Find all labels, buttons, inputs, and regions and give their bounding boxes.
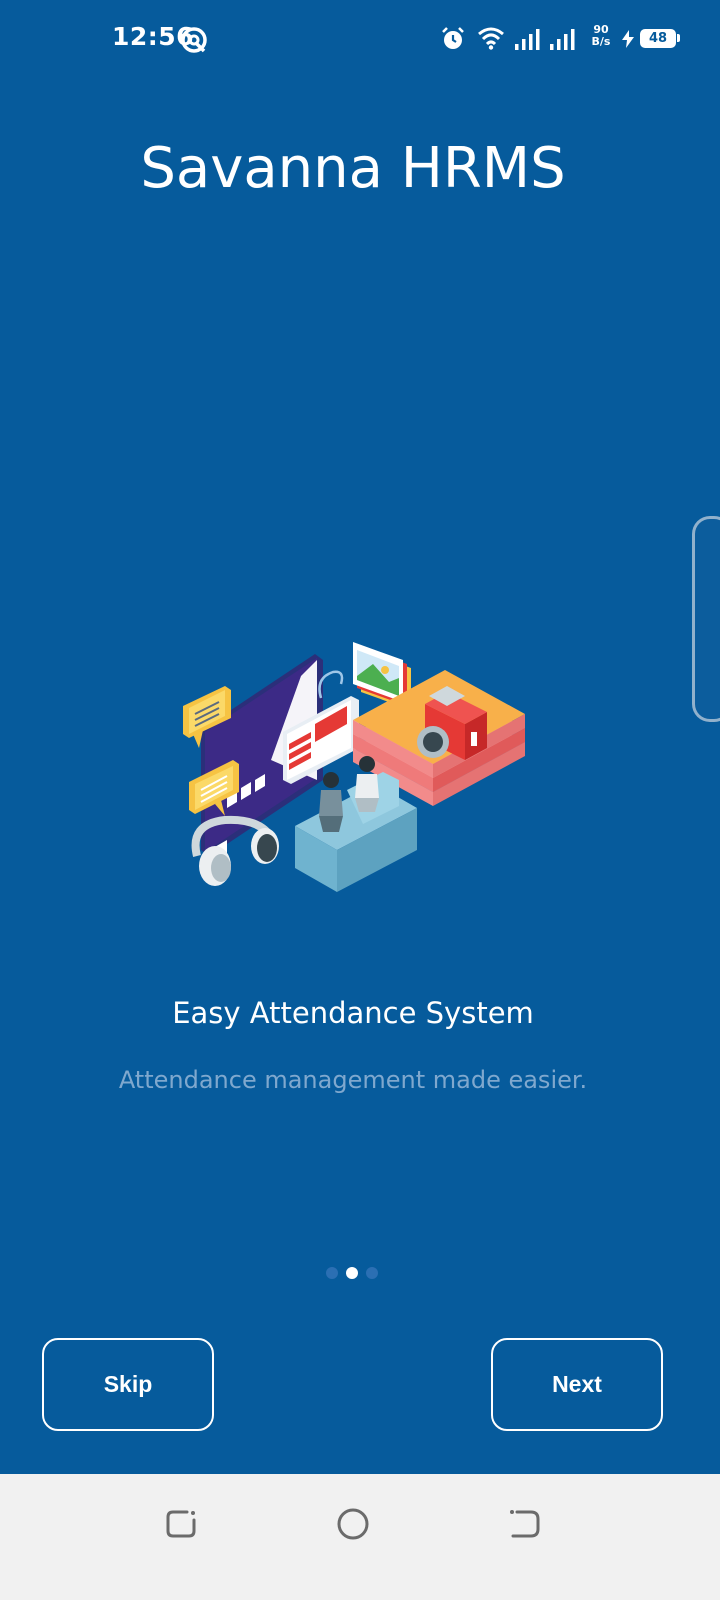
signal-icon [515, 29, 540, 50]
signal-icon [550, 29, 575, 50]
home-icon[interactable] [335, 1506, 371, 1542]
network-speed: 90 B/s [588, 24, 614, 48]
q-app-icon [181, 27, 207, 53]
slide-title: Easy Attendance System [172, 996, 534, 1030]
edge-panel-handle[interactable] [692, 516, 720, 722]
status-bar: 12:56 90 B/s 48 [0, 0, 720, 80]
page-dot-active [346, 1267, 358, 1279]
back-icon[interactable] [507, 1506, 543, 1542]
battery-tip [677, 34, 680, 42]
charging-icon [622, 30, 634, 48]
person-left [319, 772, 343, 832]
page-dot [366, 1267, 378, 1279]
skip-button[interactable]: Skip [42, 1338, 214, 1431]
battery-icon: 48 [640, 29, 676, 48]
page-dot [326, 1267, 338, 1279]
alarm-icon [442, 27, 464, 49]
navigation-bar [0, 1474, 720, 1600]
isometric-office-illustration [183, 642, 525, 892]
wifi-icon [478, 27, 504, 50]
network-speed-unit: B/s [591, 35, 611, 48]
onboarding-screen: 12:56 90 B/s 48 Savanna HRMS Easy Attend… [0, 0, 720, 1600]
next-button[interactable]: Next [491, 1338, 663, 1431]
recent-apps-icon[interactable] [163, 1506, 199, 1542]
app-title: Savanna HRMS [140, 136, 566, 201]
slide-subtitle: Attendance management made easier. [118, 1066, 588, 1094]
